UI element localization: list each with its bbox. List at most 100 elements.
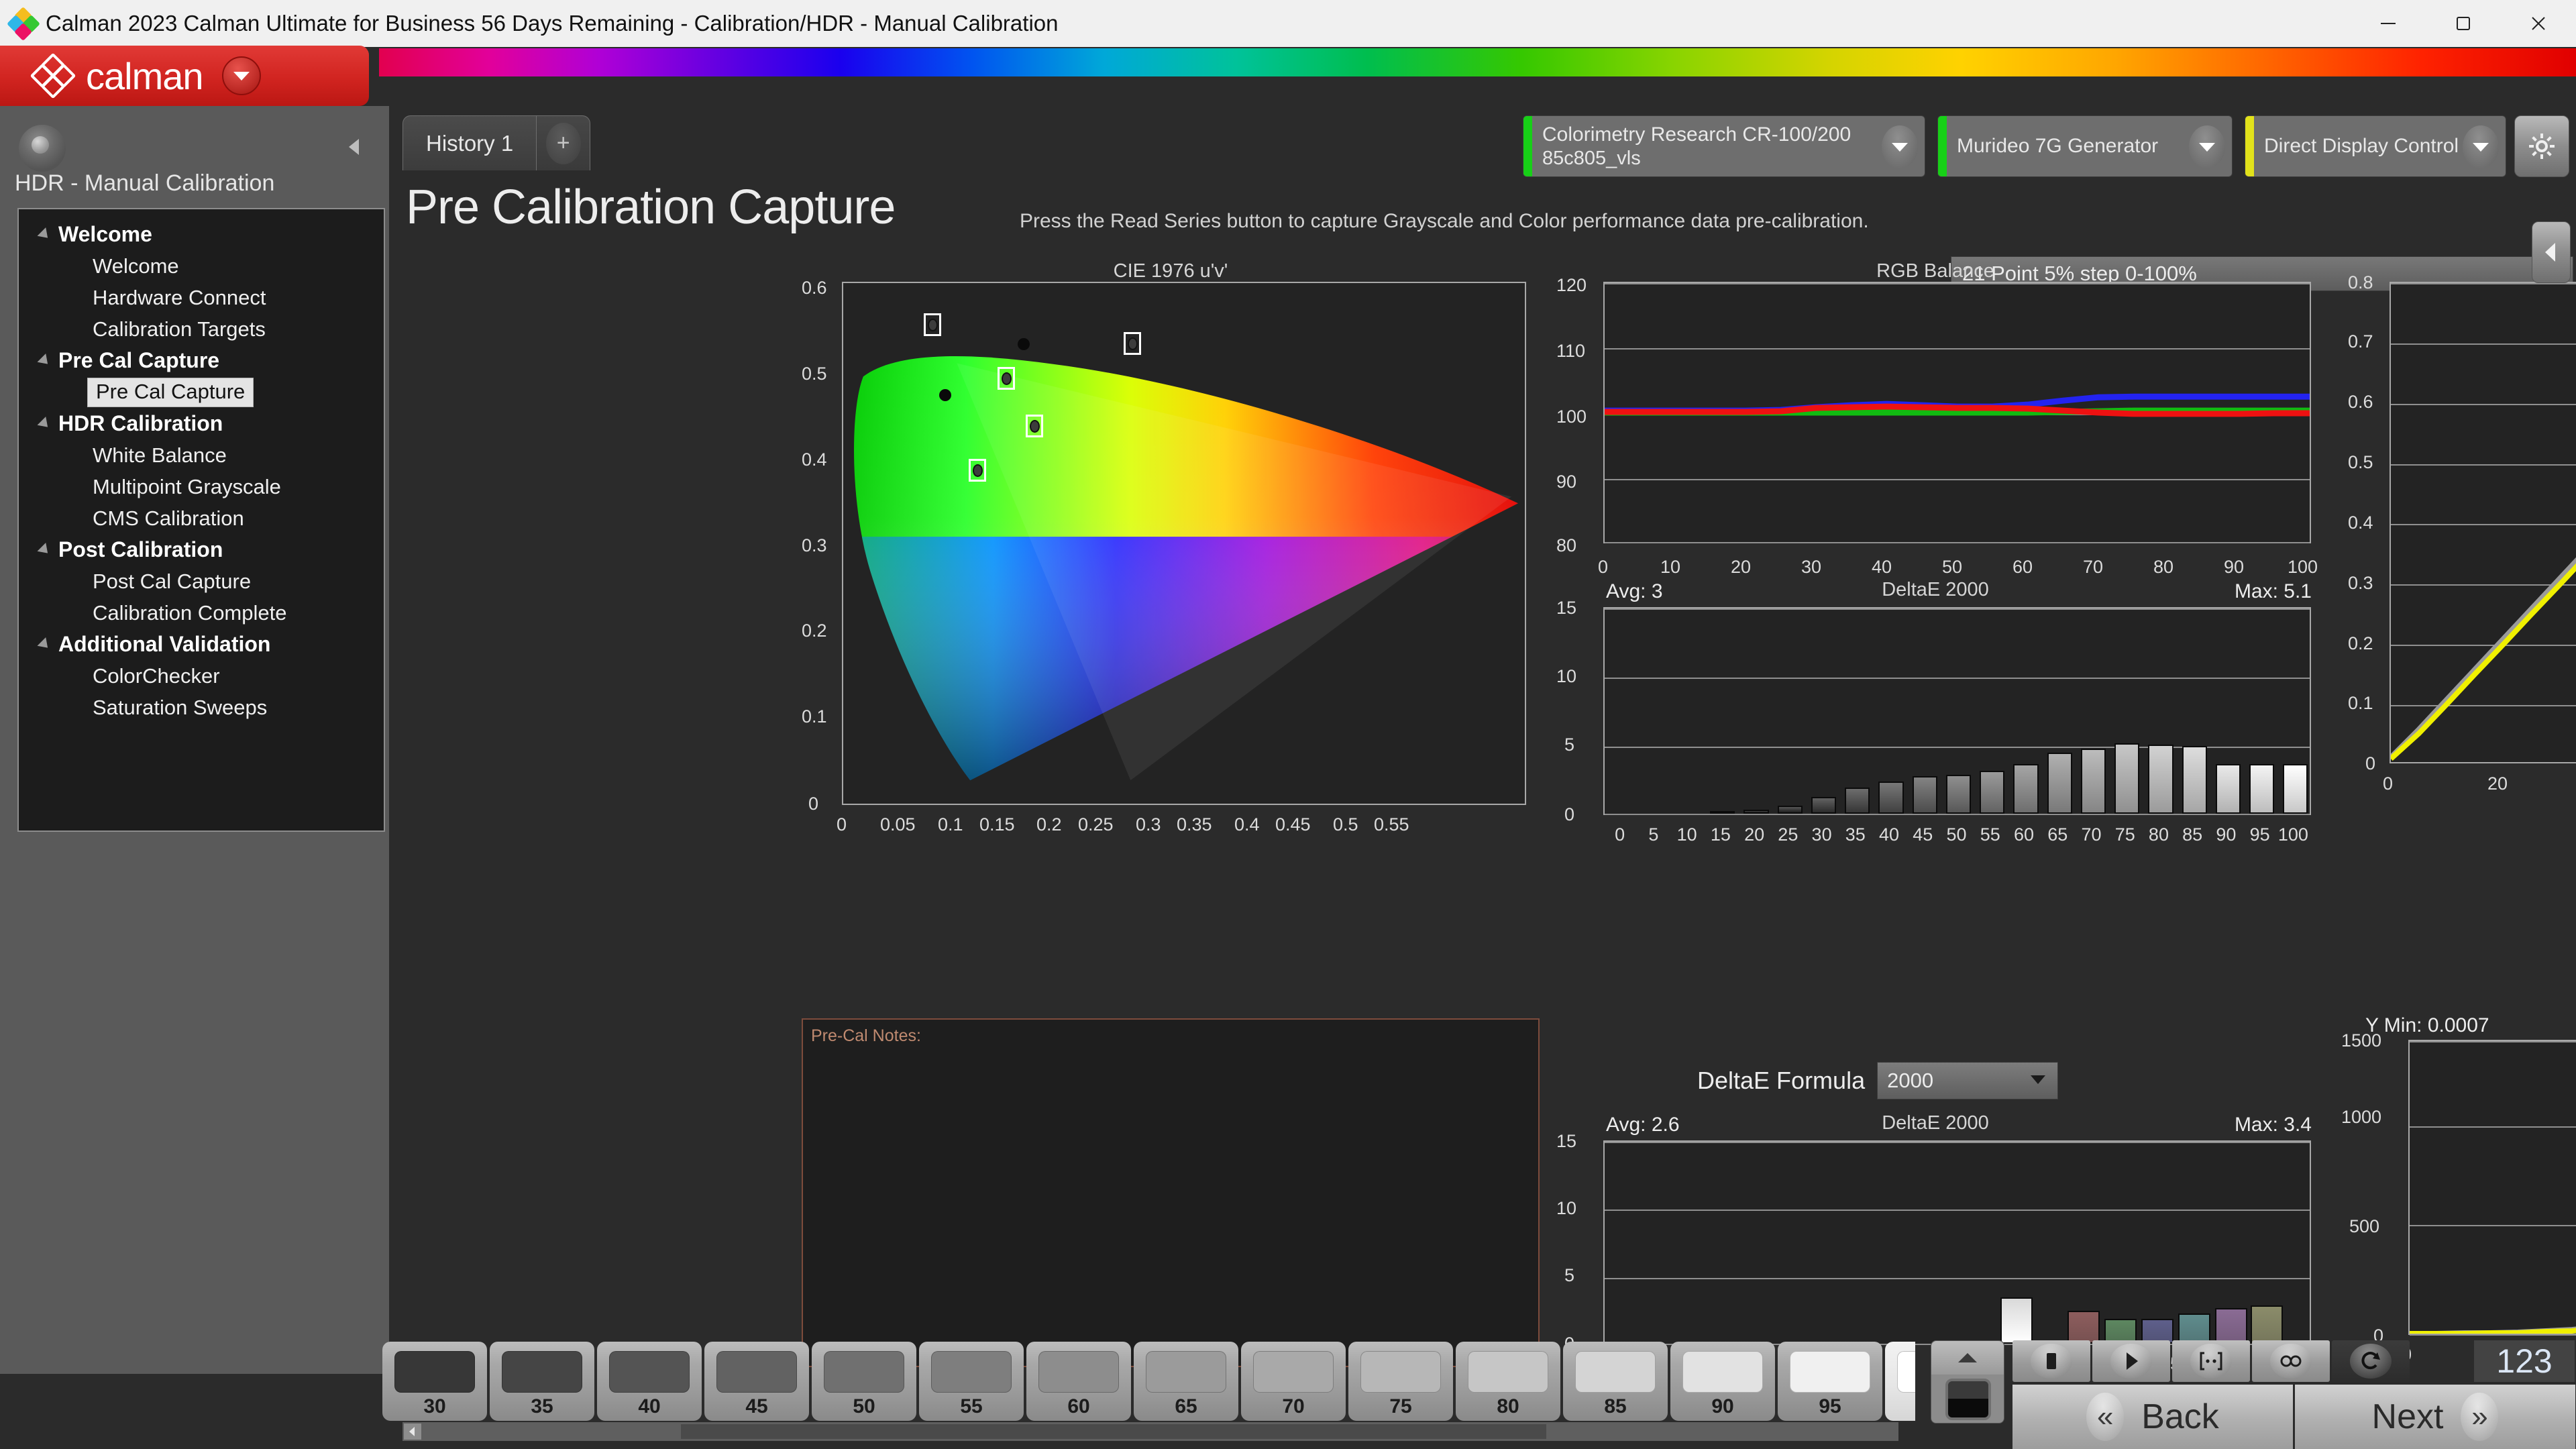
triangle-up-icon[interactable] <box>1931 1341 2004 1375</box>
sidebar-item-hardware-connect[interactable]: Hardware Connect <box>19 282 384 313</box>
play-icon <box>2110 1344 2152 1379</box>
deltae-color-plot[interactable] <box>1603 1140 2311 1345</box>
generator-selector[interactable]: Murideo 7G Generator <box>1937 115 2233 177</box>
back-button[interactable]: « Back <box>2012 1385 2293 1449</box>
rgb-xtick: 20 <box>1731 557 1752 577</box>
stop-button[interactable] <box>2012 1340 2090 1382</box>
patch-button-50[interactable]: 50 <box>812 1342 916 1421</box>
deltae-grayscale-bar <box>2013 763 2039 814</box>
meter-preview-box[interactable] <box>1931 1340 2004 1424</box>
de1-xtick: 75 <box>2114 824 2135 845</box>
de1-xtick: 85 <box>2182 824 2203 845</box>
patch-button-45[interactable]: 45 <box>704 1342 809 1421</box>
rgb-xtick: 30 <box>1801 557 1822 577</box>
deltae-grayscale-bar <box>1811 797 1837 814</box>
patch-swatch <box>502 1351 582 1393</box>
deltae-formula-row: DeltaE Formula 2000 <box>1697 1062 2059 1099</box>
rgb-xtick: 0 <box>1598 557 1609 577</box>
patch-swatch <box>1897 1351 1915 1393</box>
calman-diamond-icon <box>30 52 76 99</box>
chevron-left-icon[interactable] <box>404 1424 421 1440</box>
patch-button-75[interactable]: 75 <box>1348 1342 1453 1421</box>
nav-group-additional-validation[interactable]: Additional Validation <box>19 629 384 660</box>
patch-button-65[interactable]: 65 <box>1134 1342 1238 1421</box>
play-button[interactable] <box>2092 1340 2170 1382</box>
nav-group-welcome[interactable]: Welcome <box>19 219 384 250</box>
refresh-button[interactable] <box>2332 1340 2410 1382</box>
rgb-xtick: 80 <box>2153 557 2174 577</box>
nav-group-post-calibration[interactable]: Post Calibration <box>19 534 384 566</box>
deltae-grayscale-bar <box>1912 776 1937 814</box>
left-sidebar: HDR - Manual Calibration Welcome Welcome… <box>0 106 389 1374</box>
sidebar-item-pre-cal-capture[interactable]: Pre Cal Capture <box>19 376 384 408</box>
rgb-xtick: 40 <box>1872 557 1892 577</box>
brand-menu-button[interactable] <box>221 56 261 95</box>
de1-ytick: 0 <box>1564 804 1575 824</box>
nav-group-pre-cal-capture[interactable]: Pre Cal Capture <box>19 345 384 376</box>
sidebar-header: HDR - Manual Calibration <box>0 106 389 196</box>
deltae-formula-select[interactable]: 2000 <box>1877 1062 2059 1099</box>
sidebar-collapse-button[interactable] <box>339 131 370 162</box>
sidebar-item-welcome[interactable]: Welcome <box>19 250 384 282</box>
patch-button-95[interactable]: 95 <box>1778 1342 1882 1421</box>
sidebar-item-calibration-complete[interactable]: Calibration Complete <box>19 597 384 629</box>
maximize-icon[interactable] <box>2426 0 2501 47</box>
patch-button-80[interactable]: 80 <box>1456 1342 1560 1421</box>
nav-group-hdr-calibration[interactable]: HDR Calibration <box>19 408 384 439</box>
workflow-orb-icon[interactable] <box>19 125 66 172</box>
add-tab-button[interactable]: + <box>537 115 591 170</box>
lum-ytick: 500 <box>2349 1216 2380 1236</box>
pre-cal-notes-box[interactable]: Pre-Cal Notes: <box>802 1018 1540 1367</box>
sidebar-item-white-balance[interactable]: White Balance <box>19 439 384 471</box>
patch-swatch <box>1575 1351 1656 1393</box>
back-button-label: Back <box>2141 1397 2219 1436</box>
chevron-down-icon[interactable] <box>2463 125 2499 168</box>
patch-button-60[interactable]: 60 <box>1026 1342 1131 1421</box>
deltae-formula-label: DeltaE Formula <box>1697 1067 1866 1094</box>
cie-xtick: 0.5 <box>1333 814 1358 835</box>
settings-button[interactable] <box>2514 115 2569 177</box>
patch-button-55[interactable]: 55 <box>919 1342 1024 1421</box>
patch-button-30[interactable]: 30 <box>382 1342 487 1421</box>
sidebar-item-multipoint-grayscale[interactable]: Multipoint Grayscale <box>19 471 384 502</box>
eotf-plot[interactable] <box>2390 282 2576 763</box>
sidebar-item-colorchecker[interactable]: ColorChecker <box>19 660 384 692</box>
patch-strip-scrollbar[interactable] <box>402 1422 1898 1441</box>
cie-chart-title: CIE 1976 u'v' <box>1113 260 1228 282</box>
close-icon[interactable] <box>2501 0 2576 47</box>
rgb-balance-plot[interactable] <box>1603 282 2311 543</box>
patch-button-40[interactable]: 40 <box>597 1342 702 1421</box>
chevron-down-icon[interactable] <box>2189 125 2225 168</box>
patch-label: 70 <box>1282 1395 1305 1417</box>
patch-button-35[interactable]: 35 <box>490 1342 594 1421</box>
patch-button-100[interactable]: 100 <box>1885 1342 1915 1421</box>
rgb-xtick: 70 <box>2083 557 2104 577</box>
sidebar-item-post-cal-capture[interactable]: Post Cal Capture <box>19 566 384 597</box>
continuous-button[interactable] <box>2252 1340 2330 1382</box>
patch-label: 75 <box>1389 1395 1412 1417</box>
luminance-plot[interactable] <box>2408 1040 2576 1336</box>
deltae-grayscale-plot[interactable] <box>1603 607 2311 815</box>
patch-button-85[interactable]: 85 <box>1563 1342 1668 1421</box>
cie-xtick: 0.1 <box>938 814 963 835</box>
next-button[interactable]: Next » <box>2295 1385 2575 1449</box>
nav-leaf-label: Hardware Connect <box>93 285 266 309</box>
colorimeter-selector[interactable]: Colorimetry Research CR-100/200 85c805_v… <box>1523 115 1925 177</box>
tab-history-1[interactable]: History 1 <box>402 115 537 170</box>
eotf-ytick: 0.6 <box>2348 392 2373 412</box>
scrollbar-thumb[interactable] <box>681 1424 1546 1439</box>
cie-plot-area[interactable] <box>842 282 1526 805</box>
minimize-icon[interactable] <box>2351 0 2426 47</box>
patch-button-90[interactable]: 90 <box>1670 1342 1775 1421</box>
de1-xtick: 20 <box>1744 824 1765 845</box>
infinity-icon <box>2270 1344 2312 1379</box>
display-control-selector[interactable]: Direct Display Control <box>2245 115 2506 177</box>
sidebar-item-saturation-sweeps[interactable]: Saturation Sweeps <box>19 692 384 723</box>
chevron-expanded-icon <box>37 227 52 242</box>
right-panel-collapse-button[interactable] <box>2532 221 2571 283</box>
chevron-down-icon[interactable] <box>1882 125 1918 168</box>
sidebar-item-calibration-targets[interactable]: Calibration Targets <box>19 313 384 345</box>
read-single-button[interactable] <box>2172 1340 2250 1382</box>
sidebar-item-cms-calibration[interactable]: CMS Calibration <box>19 502 384 534</box>
patch-button-70[interactable]: 70 <box>1241 1342 1346 1421</box>
